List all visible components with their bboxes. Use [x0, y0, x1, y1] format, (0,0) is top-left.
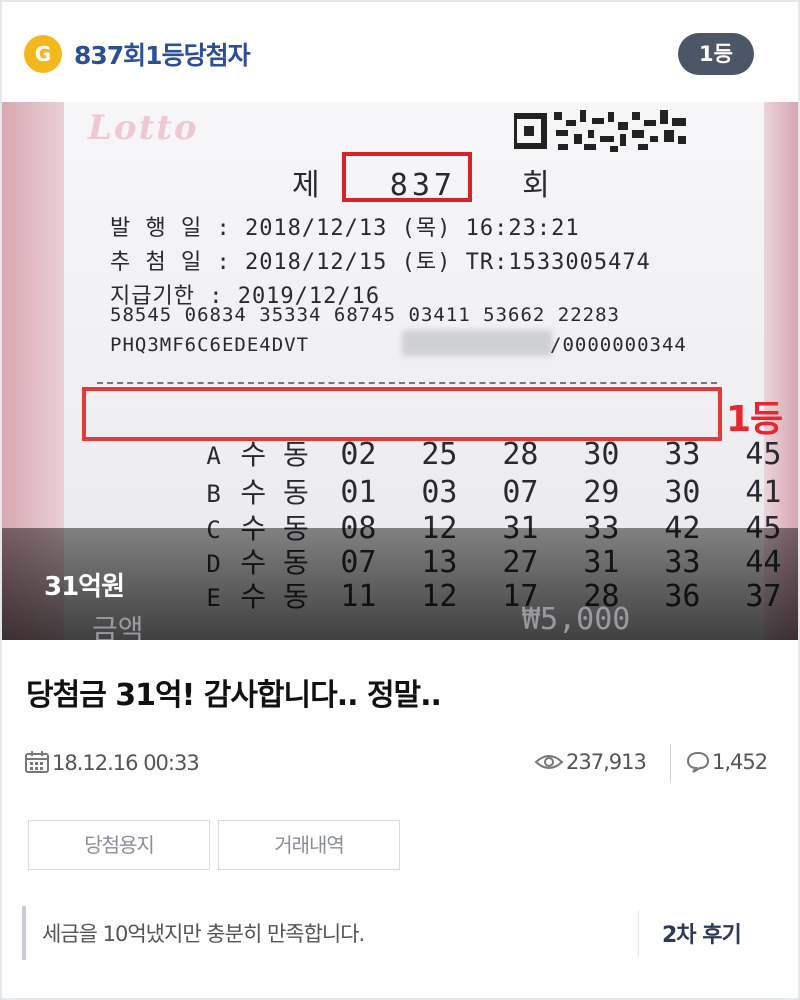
tag-transaction-history[interactable]: 거래내역	[218, 820, 400, 870]
comment-count[interactable]: 1,452	[686, 750, 768, 774]
blurred-info	[402, 330, 552, 356]
card-header: G 837회1등당첨자 1등	[2, 2, 798, 102]
comment-icon	[686, 751, 710, 773]
ticket-logo: Lotto	[88, 108, 199, 148]
view-count-text: 237,913	[566, 750, 647, 774]
ticket-footer-label: 금액	[92, 613, 144, 640]
post-date-text: 18.12.16 00:33	[52, 751, 200, 775]
comment-count-text: 1,452	[712, 750, 768, 774]
code-suffix: /0000000344	[550, 334, 687, 356]
review-divider	[638, 910, 639, 956]
winning-row-highlight	[82, 387, 722, 441]
draw-date-line: 추 첨 일 : 2018/12/15 (토) TR:1533005474	[110, 250, 651, 275]
serial-line: 58545 06834 35334 68745 03411 53662 2228…	[110, 304, 620, 326]
qr-code-icon	[514, 110, 686, 152]
post-title[interactable]: 당첨금 31억! 감사합니다.. 정말..	[26, 670, 442, 714]
second-review-link[interactable]: 2차 후기	[662, 917, 742, 949]
calendar-icon	[25, 751, 49, 773]
post-card[interactable]: G 837회1등당첨자 1등 Lotto 제 837 회 발 행 일: 201…	[0, 0, 800, 1000]
ticket-footer-amount: ₩5,000	[522, 602, 631, 637]
review-bar[interactable]: 세금을 10억냈지만 충분히 만족합니다. 2차 후기	[22, 906, 782, 960]
prize-amount: 31억원	[44, 572, 125, 602]
post-date: 18.12.16 00:33	[24, 750, 200, 775]
tag-winning-ticket[interactable]: 당첨용지	[28, 820, 210, 870]
issue-date-line: 발 행 일 : 2018/12/13 (목) 16:23:21	[110, 216, 580, 241]
ticket-divider	[97, 382, 717, 384]
meta-divider	[670, 744, 671, 782]
header-title[interactable]: 837회1등당첨자	[74, 36, 251, 72]
round-highlight-box	[342, 152, 472, 202]
review-text: 세금을 10억냈지만 충분히 만족합니다.	[42, 922, 365, 946]
code-line: PHQ3MF6C6EDE4DVT	[110, 334, 310, 356]
rank-pill: 1등	[678, 33, 754, 75]
grade-badge-icon: G	[24, 35, 62, 73]
eye-icon	[534, 755, 564, 769]
winning-tag: 1등	[726, 399, 783, 440]
round-suffix: 회	[522, 168, 554, 203]
view-count: 237,913	[534, 750, 647, 774]
round-prefix: 제	[292, 168, 324, 203]
ticket-image[interactable]: Lotto 제 837 회 발 행 일 : 2018/12/13 (목) 16:…	[2, 102, 798, 640]
